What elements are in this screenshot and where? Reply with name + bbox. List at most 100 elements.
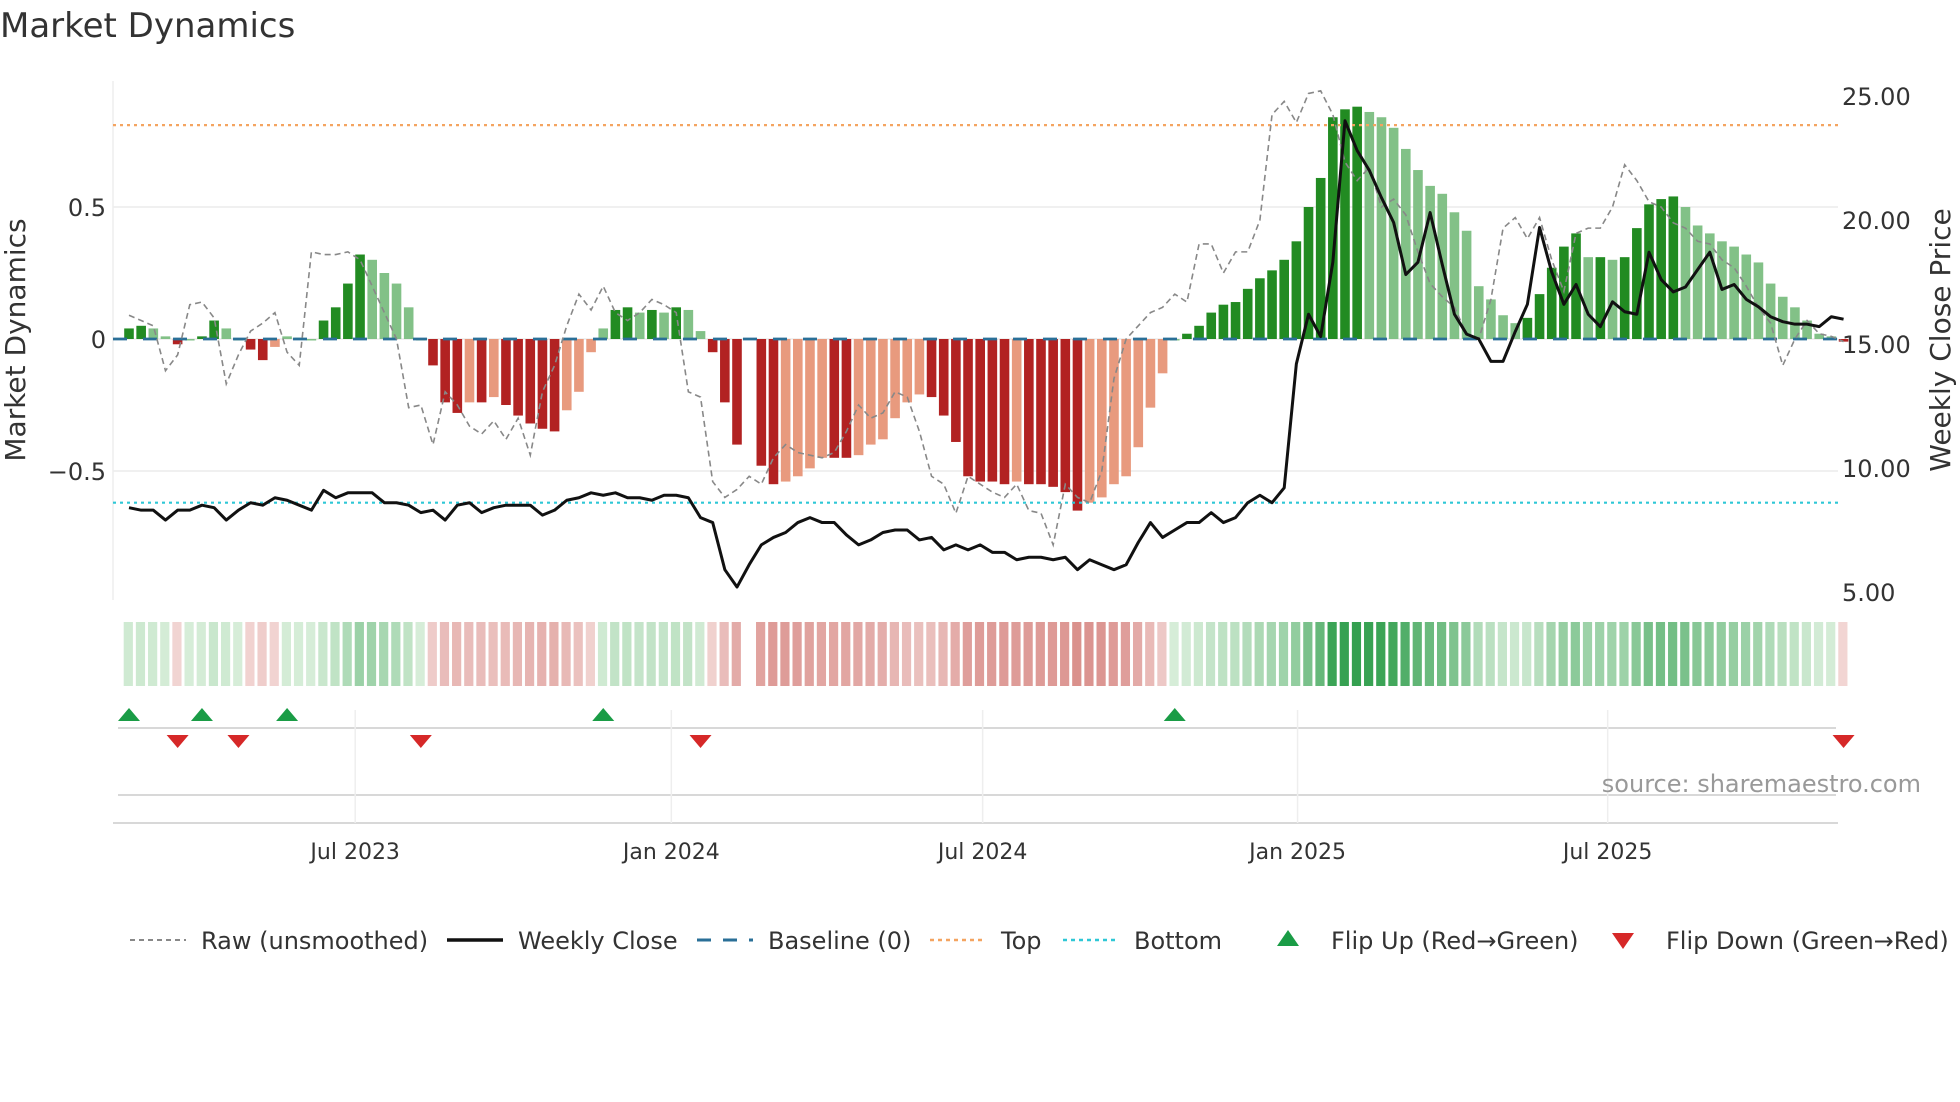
bar (1473, 286, 1484, 339)
heat-cell (1473, 622, 1483, 686)
x-tick-label: Jul 2024 (936, 840, 1028, 865)
bar (476, 339, 487, 403)
y-tick-label: 0 (91, 326, 106, 354)
flip-down-marker (1832, 735, 1855, 748)
legend-label: Flip Down (Green→Red) (1666, 927, 1949, 955)
bar (707, 339, 718, 353)
heat-cell (549, 622, 559, 686)
bar (1036, 339, 1046, 485)
heat-cell (452, 622, 462, 686)
heat-cell (658, 622, 668, 686)
heat-cell (1753, 622, 1763, 686)
heat-cell (1327, 622, 1337, 686)
heat-cell (1643, 622, 1653, 686)
flip-up-marker (190, 708, 213, 721)
x-tick-label: Jan 2025 (1247, 840, 1346, 865)
y-axis-label: Market Dynamics (0, 218, 32, 461)
close-line (128, 119, 1844, 589)
bar (367, 259, 377, 339)
heat-cell (1218, 622, 1228, 686)
heat-cell (1680, 622, 1690, 686)
heat-cell (901, 622, 912, 686)
heat-cell (1424, 622, 1435, 686)
heat-cell (160, 622, 170, 686)
heat-cell (1132, 622, 1143, 686)
bar (1157, 339, 1168, 374)
bar (148, 328, 159, 339)
heat-cell (865, 622, 875, 686)
bar (525, 339, 536, 424)
heat-cell (1436, 622, 1447, 686)
heat-cell (853, 622, 863, 686)
bar (537, 339, 548, 429)
heat-cell (1157, 622, 1167, 686)
heat-cell (1631, 622, 1641, 686)
flip-down-marker (166, 735, 189, 748)
heat-cell (1035, 622, 1045, 686)
bar (634, 312, 645, 339)
heat-cell (488, 622, 498, 686)
heat-cell (1376, 622, 1386, 686)
flip-down-marker (689, 735, 712, 748)
heat-cell (476, 622, 486, 686)
y2-axis-label: Weekly Close Price (1924, 208, 1957, 471)
heat-cell (306, 622, 316, 686)
legend-icon-triangle-up (1277, 930, 1299, 946)
heat-cell (646, 622, 656, 686)
y2-tick-label: 10.00 (1842, 455, 1911, 483)
flip-down-marker (227, 735, 250, 748)
bar (464, 339, 475, 403)
bar (306, 339, 317, 341)
bar (622, 307, 633, 339)
legend-label: Baseline (0) (768, 927, 911, 955)
heat-cell (391, 622, 401, 686)
bar (805, 339, 815, 469)
legend-label: Weekly Close (518, 927, 678, 955)
heat-cell (768, 622, 778, 686)
heat-cell (500, 622, 510, 686)
heat-cell (573, 622, 583, 686)
bar (963, 339, 973, 477)
legend-icon-triangle-down (1612, 933, 1634, 949)
bar (768, 339, 779, 485)
heat-cell (695, 622, 705, 686)
bar (695, 331, 706, 339)
bar (683, 309, 694, 339)
bar (379, 273, 390, 339)
heat-cell (792, 622, 802, 686)
bar (951, 339, 961, 442)
bar (452, 339, 463, 413)
heat-cell (269, 622, 279, 686)
bar (513, 339, 523, 416)
heat-cell (1364, 622, 1374, 686)
bar (829, 339, 840, 458)
heat-cell (1570, 622, 1580, 686)
heat-cell (172, 622, 182, 686)
heat-cell (1668, 622, 1678, 686)
heat-cell (987, 622, 997, 686)
bar (902, 339, 913, 403)
bar (1753, 262, 1764, 339)
bar (245, 339, 256, 350)
heat-cell (938, 622, 948, 686)
heat-cell (1315, 622, 1325, 686)
heat-cell (1291, 622, 1301, 686)
flip-up-marker (276, 708, 299, 721)
bar (1060, 339, 1071, 493)
heat-cell (1181, 622, 1191, 686)
x-tick-label: Jan 2024 (621, 840, 720, 865)
bar (999, 339, 1010, 485)
heat-cell (1497, 622, 1507, 686)
y2-tick-label: 20.00 (1842, 207, 1911, 235)
heat-cell (1205, 622, 1216, 686)
flip-up-marker (1163, 708, 1186, 721)
bar (489, 339, 499, 398)
heat-cell (950, 622, 960, 686)
heat-cell (1388, 622, 1398, 686)
heat-cell (1546, 622, 1556, 686)
legend-label: Flip Up (Red→Green) (1331, 927, 1579, 955)
bar (987, 339, 998, 482)
bar (1145, 339, 1156, 408)
heat-cell (780, 622, 790, 686)
bar (1024, 339, 1034, 485)
